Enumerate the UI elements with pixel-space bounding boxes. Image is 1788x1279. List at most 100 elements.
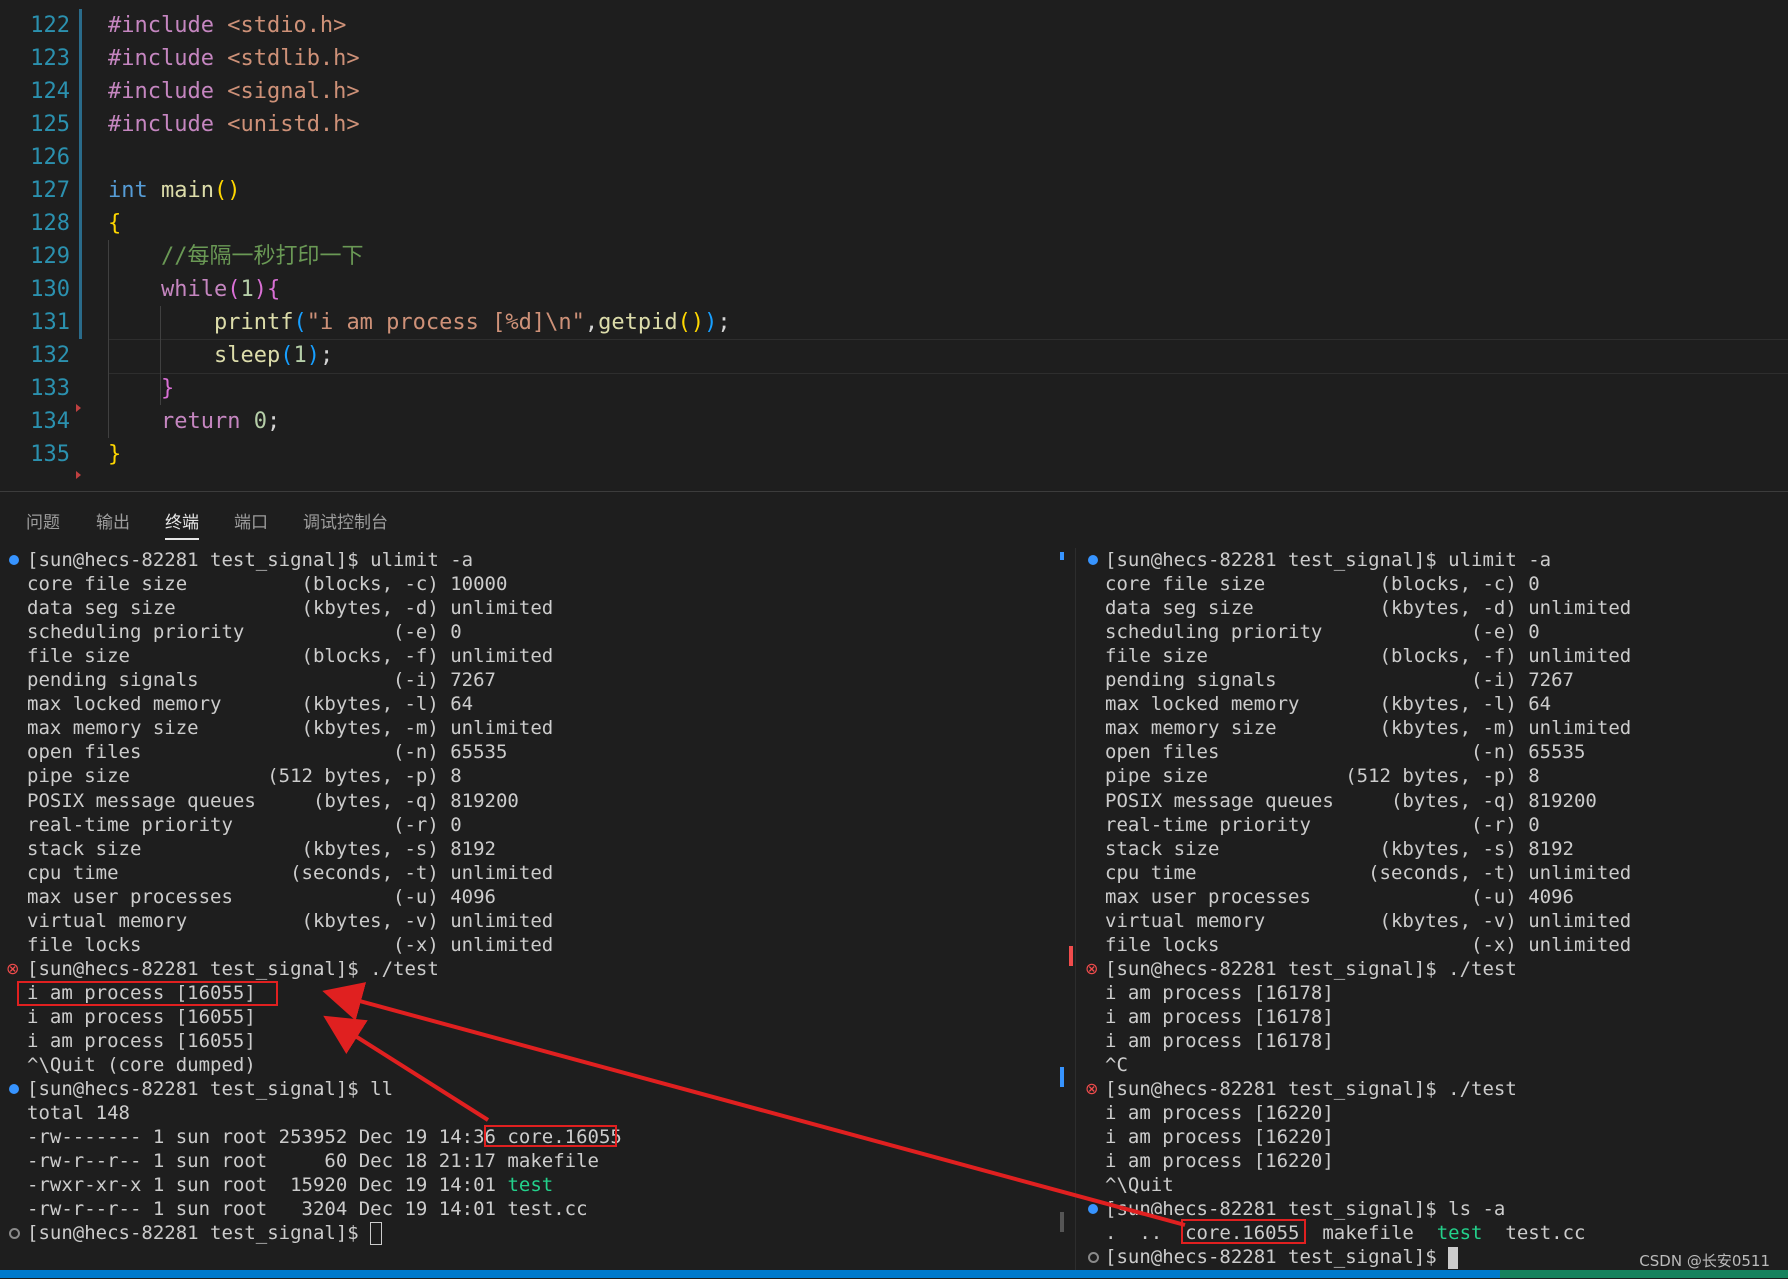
terminal-line: [sun@hecs-82281 test_signal]$ ulimit -a	[1105, 549, 1552, 571]
terminal-line: data seg size (kbytes, -d) unlimited	[1105, 597, 1632, 619]
tab-2[interactable]: 终端	[165, 508, 199, 540]
terminal-line: cpu time (seconds, -t) unlimited	[27, 862, 554, 884]
terminal-line: open files (-n) 65535	[1105, 741, 1586, 763]
terminal-line: max locked memory (kbytes, -l) 64	[1105, 693, 1552, 715]
terminal-line: i am process [16220]	[1105, 1150, 1334, 1172]
status-bar-right	[1500, 1270, 1788, 1278]
tab-0[interactable]: 问题	[26, 508, 60, 533]
line-number: 135	[30, 442, 70, 467]
terminal-line: [sun@hecs-82281 test_signal]$	[27, 1221, 383, 1245]
scrollbar-marker	[1060, 1212, 1064, 1232]
code-line[interactable]: 126	[0, 141, 1788, 174]
code-line[interactable]: 133 }	[0, 372, 1788, 405]
terminal-line: i am process [16055]	[27, 1030, 256, 1052]
terminal-line: -rw-r--r-- 1 sun root 60 Dec 18 21:17 ma…	[27, 1150, 599, 1172]
scrollbar-error-marker	[1069, 946, 1073, 966]
code-text: return 0;	[160, 409, 281, 434]
code-text: #include <signal.h>	[108, 79, 360, 104]
code-line[interactable]: 129 //每隔一秒打印一下	[0, 240, 1788, 273]
terminal-cursor	[1448, 1246, 1459, 1269]
terminal-line: ^C	[1105, 1054, 1128, 1076]
terminal-right[interactable]: [sun@hecs-82281 test_signal]$ ulimit -a c…	[1078, 548, 1788, 1269]
tab-1[interactable]: 输出	[96, 508, 130, 533]
code-text: }	[160, 376, 175, 401]
watermark: CSDN @长安0511	[1639, 1252, 1770, 1270]
terminal-line: file size (blocks, -f) unlimited	[1105, 645, 1632, 667]
terminal-line: i am process [16178]	[1105, 1030, 1334, 1052]
highlight-box-core-file-ls	[1181, 1219, 1306, 1244]
code-line[interactable]: 131 printf("i am process [%d]\n",getpid(…	[0, 306, 1788, 339]
terminal-line: stack size (kbytes, -s) 8192	[27, 838, 496, 860]
command-pending-icon[interactable]	[9, 1228, 20, 1239]
command-success-icon[interactable]	[1088, 555, 1098, 565]
terminal-line: file size (blocks, -f) unlimited	[27, 645, 554, 667]
code-line[interactable]: 132 sleep(1);	[0, 339, 1788, 372]
code-line[interactable]: 122 #include <stdio.h>	[0, 9, 1788, 42]
line-number: 130	[30, 277, 70, 302]
code-text: #include <stdlib.h>	[108, 46, 360, 71]
code-line[interactable]: 135}	[0, 438, 1788, 471]
diff-marker-icon	[76, 471, 81, 479]
terminal-line: max user processes (-u) 4096	[1105, 886, 1574, 908]
code-line[interactable]: 130 while(1){	[0, 273, 1788, 306]
terminal-line: virtual memory (kbytes, -v) unlimited	[1105, 910, 1632, 932]
terminal-line: data seg size (kbytes, -d) unlimited	[27, 597, 554, 619]
panel-tabs: 问题 输出 终端 端口 调试控制台	[0, 492, 1788, 544]
line-number: 132	[30, 343, 70, 368]
terminal-left[interactable]: [sun@hecs-82281 test_signal]$ ulimit -a c…	[0, 548, 1070, 1269]
terminal-line: virtual memory (kbytes, -v) unlimited	[27, 910, 554, 932]
terminal-line: file locks (-x) unlimited	[1105, 934, 1632, 956]
terminal-line: real-time priority (-r) 0	[27, 814, 462, 836]
terminal-line: max memory size (kbytes, -m) unlimited	[1105, 717, 1632, 739]
terminal-line: [sun@hecs-82281 test_signal]$ ls -a	[1105, 1198, 1506, 1220]
terminal-divider[interactable]	[1075, 548, 1076, 1278]
command-success-icon[interactable]	[9, 555, 19, 565]
error-decoration-icon[interactable]: ⊗	[6, 961, 19, 977]
terminal-line: -rw-r--r-- 1 sun root 3204 Dec 19 14:01 …	[27, 1198, 588, 1220]
command-success-icon[interactable]	[1088, 1204, 1098, 1214]
code-text: //每隔一秒打印一下	[160, 244, 364, 269]
line-number: 131	[30, 310, 70, 335]
line-number: 124	[30, 79, 70, 104]
git-change-bar	[79, 9, 82, 42]
error-decoration-icon[interactable]: ⊗	[1085, 961, 1098, 977]
terminal-line: pipe size (512 bytes, -p) 8	[1105, 765, 1540, 787]
code-line[interactable]: 125 #include <unistd.h>	[0, 108, 1788, 141]
error-decoration-icon[interactable]: ⊗	[1085, 1081, 1098, 1097]
indent-guide	[160, 306, 161, 405]
terminal-line: POSIX message queues (bytes, -q) 819200	[27, 790, 519, 812]
line-number: 128	[30, 211, 70, 236]
command-success-icon[interactable]	[9, 1084, 19, 1094]
terminal-line: [sun@hecs-82281 test_signal]$ ulimit -a	[27, 549, 474, 571]
tab-4[interactable]: 调试控制台	[303, 508, 388, 533]
tab-3[interactable]: 端口	[234, 508, 268, 533]
git-change-bar	[79, 174, 82, 207]
command-pending-icon[interactable]	[1088, 1252, 1099, 1263]
line-number: 122	[30, 13, 70, 38]
code-editor[interactable]: 122 #include <stdio.h> 123 #include <stdlib…	[0, 0, 1788, 491]
terminal-line: i am process [16220]	[1105, 1102, 1334, 1124]
terminal-line: pipe size (512 bytes, -p) 8	[27, 765, 462, 787]
terminal-line: [sun@hecs-82281 test_signal]$ ll	[27, 1078, 394, 1100]
terminal-line: total 148	[27, 1102, 130, 1124]
git-change-bar	[79, 108, 82, 141]
code-line[interactable]: 123 #include <stdlib.h>	[0, 42, 1788, 75]
git-change-bar	[79, 306, 82, 339]
code-line[interactable]: 124 #include <signal.h>	[0, 75, 1788, 108]
line-number: 134	[30, 409, 70, 434]
terminal-line: stack size (kbytes, -s) 8192	[1105, 838, 1574, 860]
git-change-bar	[79, 273, 82, 306]
code-line[interactable]: 134 return 0;	[0, 405, 1788, 438]
code-text: while(1){	[160, 277, 281, 302]
code-line[interactable]: 127 int main()	[0, 174, 1788, 207]
git-change-bar	[79, 75, 82, 108]
git-change-bar	[79, 42, 82, 75]
line-number: 127	[30, 178, 70, 203]
code-text: {	[108, 211, 122, 236]
line-number: 125	[30, 112, 70, 137]
line-number: 126	[30, 145, 70, 170]
terminal-line: POSIX message queues (bytes, -q) 819200	[1105, 790, 1597, 812]
code-line[interactable]: 128 {	[0, 207, 1788, 240]
line-number: 133	[30, 376, 70, 401]
code-text: #include <unistd.h>	[108, 112, 360, 137]
